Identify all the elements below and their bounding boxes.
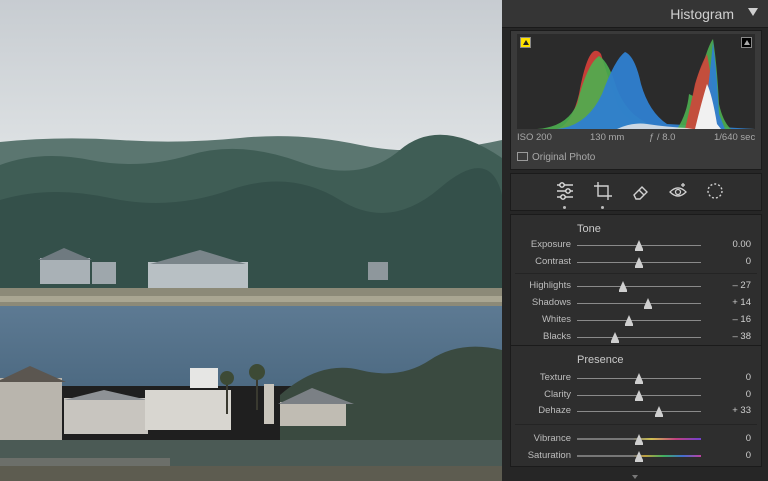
slider-row-dehaze[interactable]: Dehaze + 33 bbox=[511, 403, 761, 420]
section-divider bbox=[515, 273, 757, 274]
highlights-slider-track[interactable] bbox=[577, 286, 701, 287]
tool-strip bbox=[510, 173, 762, 211]
develop-panel: Histogram ISO 200 130 mm ƒ / 8.0 1/640 s… bbox=[502, 0, 768, 481]
histogram-header[interactable]: Histogram bbox=[502, 0, 768, 28]
slider-row-saturation[interactable]: Saturation 0 bbox=[511, 448, 761, 465]
original-photo-checkbox[interactable] bbox=[517, 152, 528, 161]
shutter-readout: 1/640 sec bbox=[714, 132, 756, 143]
blacks-value[interactable]: – 38 bbox=[733, 331, 752, 342]
slider-row-contrast[interactable]: Contrast 0 bbox=[511, 254, 761, 271]
crop-icon bbox=[594, 182, 612, 200]
edit-tool-button[interactable] bbox=[554, 180, 576, 209]
masking-tool-button[interactable] bbox=[704, 180, 726, 202]
photo-canvas[interactable] bbox=[0, 0, 502, 481]
shadow-clipping-warning-icon[interactable] bbox=[520, 37, 531, 48]
histogram-graph[interactable] bbox=[517, 34, 755, 129]
crop-indicator bbox=[601, 206, 604, 209]
original-photo-label: Original Photo bbox=[532, 152, 596, 163]
aperture-readout: ƒ / 8.0 bbox=[649, 132, 676, 143]
histogram-box: ISO 200 130 mm ƒ / 8.0 1/640 sec Origina… bbox=[510, 30, 762, 170]
histogram-title: Histogram bbox=[670, 6, 734, 22]
shadows-value[interactable]: + 14 bbox=[732, 297, 751, 308]
crop-tool-button[interactable] bbox=[592, 180, 614, 209]
clarity-slider-thumb[interactable] bbox=[635, 390, 643, 401]
whites-slider-track[interactable] bbox=[577, 320, 701, 321]
blacks-slider-thumb[interactable] bbox=[611, 332, 620, 343]
exposure-label: Exposure bbox=[530, 239, 571, 250]
blacks-slider-track[interactable] bbox=[577, 337, 701, 338]
slider-row-whites[interactable]: Whites – 16 bbox=[511, 312, 761, 329]
saturation-value[interactable]: 0 bbox=[746, 450, 751, 461]
whites-slider-thumb[interactable] bbox=[625, 315, 634, 326]
healing-tool-button[interactable] bbox=[630, 180, 652, 202]
section-divider bbox=[515, 424, 757, 425]
tone-section: Tone Exposure 0.00 Contrast 0 Highlights – 27… bbox=[510, 214, 762, 346]
blacks-label: Blacks bbox=[543, 331, 571, 342]
saturation-slider-thumb[interactable] bbox=[635, 451, 643, 462]
dehaze-label: Dehaze bbox=[538, 405, 571, 416]
exposure-value[interactable]: 0.00 bbox=[733, 239, 752, 250]
red-eye-tool-button[interactable] bbox=[667, 180, 689, 202]
vibrance-slider-thumb[interactable] bbox=[635, 434, 643, 445]
texture-label: Texture bbox=[539, 372, 571, 383]
contrast-label: Contrast bbox=[535, 256, 571, 267]
slider-row-clarity[interactable]: Clarity 0 bbox=[511, 387, 761, 404]
sliders-icon bbox=[557, 182, 573, 200]
vibrance-label: Vibrance bbox=[533, 433, 571, 444]
masking-icon bbox=[707, 183, 723, 199]
slider-row-shadows[interactable]: Shadows + 14 bbox=[511, 295, 761, 312]
whites-label: Whites bbox=[541, 314, 571, 325]
original-photo-toggle[interactable]: Original Photo bbox=[517, 152, 595, 163]
texture-value[interactable]: 0 bbox=[746, 372, 751, 383]
red-eye-icon bbox=[669, 183, 687, 197]
clarity-value[interactable]: 0 bbox=[746, 389, 751, 400]
shadows-slider-thumb[interactable] bbox=[643, 298, 652, 309]
slider-row-exposure[interactable]: Exposure 0.00 bbox=[511, 237, 761, 254]
dehaze-slider-track[interactable] bbox=[577, 411, 701, 412]
highlight-clipping-warning-icon[interactable] bbox=[741, 37, 752, 48]
exposure-slider-thumb[interactable] bbox=[635, 240, 643, 251]
collapse-triangle-icon[interactable] bbox=[748, 8, 758, 16]
eraser-icon bbox=[633, 186, 648, 200]
dehaze-slider-thumb[interactable] bbox=[654, 406, 663, 417]
scroll-down-icon[interactable] bbox=[632, 475, 638, 479]
highlights-slider-thumb[interactable] bbox=[618, 281, 627, 292]
contrast-slider-thumb[interactable] bbox=[635, 257, 643, 268]
photo-image bbox=[0, 0, 502, 481]
focal-length-readout: 130 mm bbox=[590, 132, 625, 143]
shadows-label: Shadows bbox=[531, 297, 571, 308]
whites-value[interactable]: – 16 bbox=[733, 314, 752, 325]
texture-slider-thumb[interactable] bbox=[635, 373, 643, 384]
highlights-label: Highlights bbox=[529, 280, 571, 291]
slider-row-highlights[interactable]: Highlights – 27 bbox=[511, 278, 761, 295]
iso-readout: ISO 200 bbox=[517, 132, 552, 143]
vibrance-value[interactable]: 0 bbox=[746, 433, 751, 444]
contrast-value[interactable]: 0 bbox=[746, 256, 751, 267]
shadows-slider-track[interactable] bbox=[577, 303, 701, 304]
slider-row-vibrance[interactable]: Vibrance 0 bbox=[511, 431, 761, 448]
saturation-label: Saturation bbox=[527, 450, 571, 461]
active-indicator bbox=[563, 206, 566, 209]
dehaze-value[interactable]: + 33 bbox=[732, 405, 751, 416]
slider-row-blacks[interactable]: Blacks – 38 bbox=[511, 329, 761, 346]
slider-row-texture[interactable]: Texture 0 bbox=[511, 370, 761, 387]
highlights-value[interactable]: – 27 bbox=[733, 280, 752, 291]
tone-title: Tone bbox=[577, 223, 601, 235]
presence-title: Presence bbox=[577, 354, 624, 366]
presence-section: Presence Texture 0 Clarity 0 Dehaze + 33 Vibra… bbox=[510, 345, 762, 467]
clarity-label: Clarity bbox=[544, 389, 571, 400]
histogram-curves bbox=[517, 39, 755, 129]
